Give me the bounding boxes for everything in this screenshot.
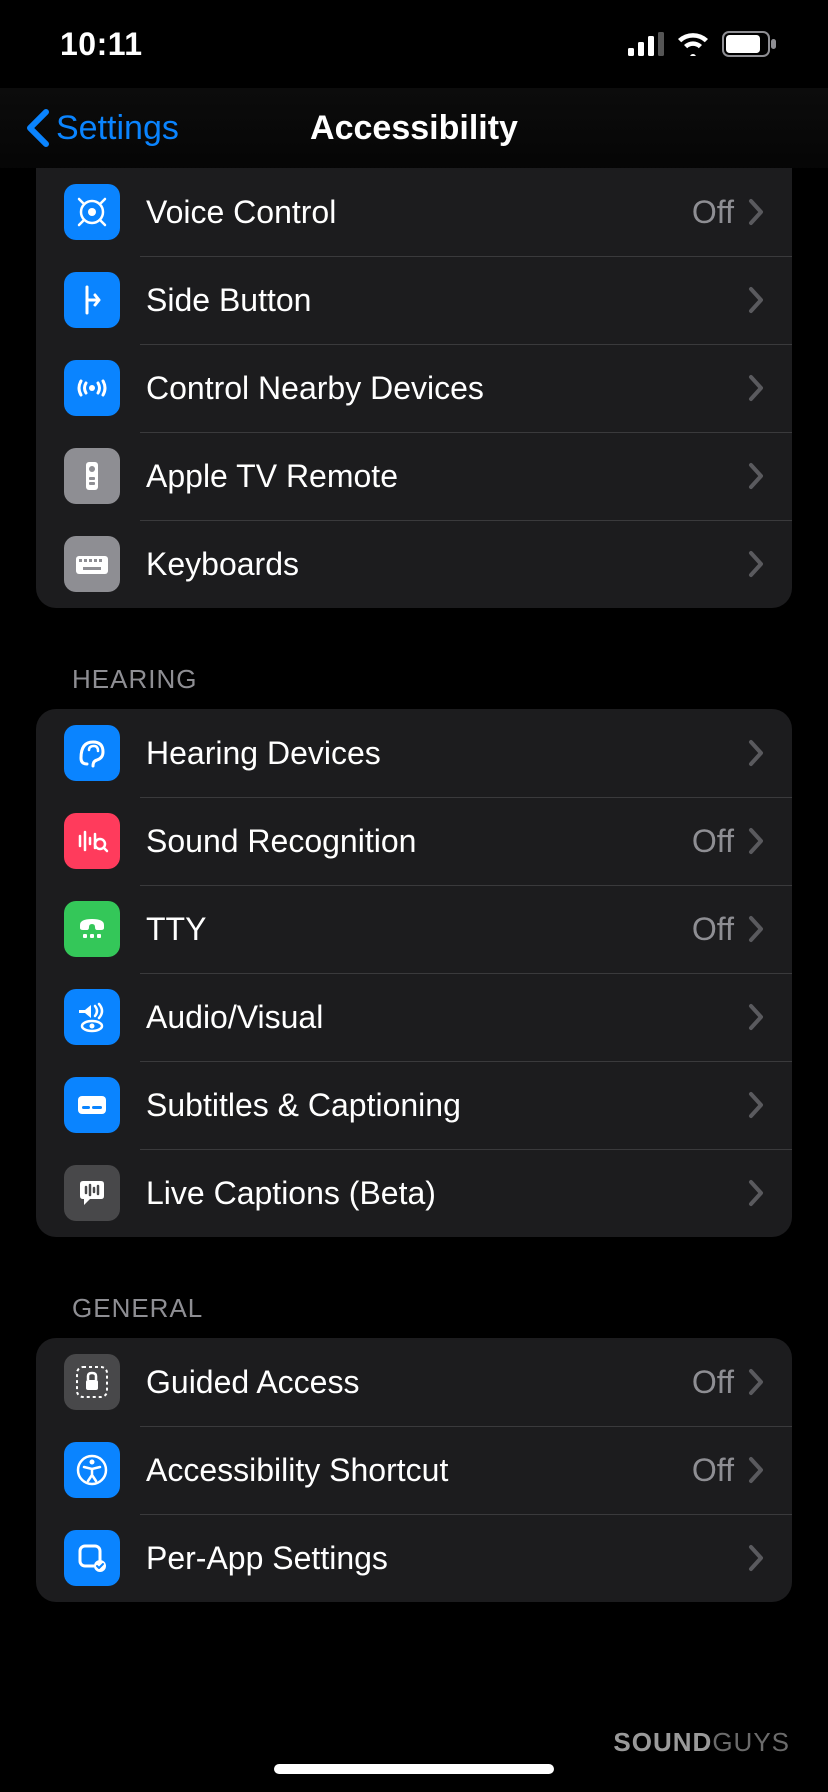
row-side-button[interactable]: Side Button bbox=[36, 256, 792, 344]
row-label: Guided Access bbox=[146, 1364, 692, 1401]
row-audio-visual[interactable]: Audio/Visual bbox=[36, 973, 792, 1061]
row-accessibility-shortcut[interactable]: Accessibility Shortcut Off bbox=[36, 1426, 792, 1514]
guided-access-icon bbox=[64, 1354, 120, 1410]
row-live-captions[interactable]: Live Captions (Beta) bbox=[36, 1149, 792, 1237]
row-keyboards[interactable]: Keyboards bbox=[36, 520, 792, 608]
chevron-right-icon bbox=[748, 915, 764, 943]
row-value: Off bbox=[692, 194, 734, 231]
row-label: Live Captions (Beta) bbox=[146, 1175, 748, 1212]
row-label: Apple TV Remote bbox=[146, 458, 748, 495]
row-label: Subtitles & Captioning bbox=[146, 1087, 748, 1124]
status-time: 10:11 bbox=[60, 26, 143, 63]
waveform-search-icon bbox=[64, 813, 120, 869]
home-indicator[interactable] bbox=[274, 1764, 554, 1774]
voice-control-icon bbox=[64, 184, 120, 240]
tty-icon bbox=[64, 901, 120, 957]
chevron-right-icon bbox=[748, 1456, 764, 1484]
chevron-right-icon bbox=[748, 1179, 764, 1207]
row-label: Hearing Devices bbox=[146, 735, 748, 772]
row-label: Keyboards bbox=[146, 546, 748, 583]
group-general: Guided Access Off Accessibility Shortcut… bbox=[36, 1338, 792, 1602]
broadcast-icon bbox=[64, 360, 120, 416]
chevron-right-icon bbox=[748, 739, 764, 767]
status-icons bbox=[628, 31, 778, 57]
row-guided-access[interactable]: Guided Access Off bbox=[36, 1338, 792, 1426]
speaker-eye-icon bbox=[64, 989, 120, 1045]
chevron-right-icon bbox=[748, 1091, 764, 1119]
keyboard-icon bbox=[64, 536, 120, 592]
watermark-b: GUYS bbox=[712, 1727, 790, 1757]
page-title: Accessibility bbox=[310, 109, 518, 148]
chevron-right-icon bbox=[748, 198, 764, 226]
row-value: Off bbox=[692, 1452, 734, 1489]
chevron-right-icon bbox=[748, 1368, 764, 1396]
chevron-right-icon bbox=[748, 550, 764, 578]
app-check-icon bbox=[64, 1530, 120, 1586]
row-per-app-settings[interactable]: Per-App Settings bbox=[36, 1514, 792, 1602]
wifi-icon bbox=[676, 32, 710, 56]
row-label: Accessibility Shortcut bbox=[146, 1452, 692, 1489]
ear-icon bbox=[64, 725, 120, 781]
row-label: Control Nearby Devices bbox=[146, 370, 748, 407]
chevron-right-icon bbox=[748, 462, 764, 490]
row-subtitles-captioning[interactable]: Subtitles & Captioning bbox=[36, 1061, 792, 1149]
row-label: Voice Control bbox=[146, 194, 692, 231]
row-sound-recognition[interactable]: Sound Recognition Off bbox=[36, 797, 792, 885]
cellular-icon bbox=[628, 32, 664, 56]
watermark-a: SOUND bbox=[613, 1727, 712, 1757]
row-tty[interactable]: TTY Off bbox=[36, 885, 792, 973]
battery-icon bbox=[722, 31, 778, 57]
row-label: Sound Recognition bbox=[146, 823, 692, 860]
nav-bar: Settings Accessibility bbox=[0, 88, 828, 168]
row-value: Off bbox=[692, 1364, 734, 1401]
row-voice-control[interactable]: Voice Control Off bbox=[36, 168, 792, 256]
side-button-icon bbox=[64, 272, 120, 328]
row-control-nearby-devices[interactable]: Control Nearby Devices bbox=[36, 344, 792, 432]
row-label: Per-App Settings bbox=[146, 1540, 748, 1577]
group-physical-motor: Voice Control Off Side Button Control Ne… bbox=[36, 168, 792, 608]
chevron-left-icon bbox=[24, 108, 50, 148]
captions-icon bbox=[64, 1077, 120, 1133]
chevron-right-icon bbox=[748, 1003, 764, 1031]
watermark: SOUNDGUYS bbox=[613, 1727, 790, 1758]
tv-remote-icon bbox=[64, 448, 120, 504]
settings-list[interactable]: Voice Control Off Side Button Control Ne… bbox=[0, 168, 828, 1602]
row-label: TTY bbox=[146, 911, 692, 948]
accessibility-icon bbox=[64, 1442, 120, 1498]
back-button[interactable]: Settings bbox=[24, 108, 179, 148]
group-hearing: Hearing Devices Sound Recognition Off TT… bbox=[36, 709, 792, 1237]
speech-waveform-icon bbox=[64, 1165, 120, 1221]
row-label: Side Button bbox=[146, 282, 748, 319]
row-apple-tv-remote[interactable]: Apple TV Remote bbox=[36, 432, 792, 520]
chevron-right-icon bbox=[748, 1544, 764, 1572]
row-label: Audio/Visual bbox=[146, 999, 748, 1036]
section-header-hearing: HEARING bbox=[72, 664, 792, 695]
status-bar: 10:11 bbox=[0, 0, 828, 88]
row-value: Off bbox=[692, 911, 734, 948]
section-header-general: GENERAL bbox=[72, 1293, 792, 1324]
back-label: Settings bbox=[56, 109, 179, 148]
chevron-right-icon bbox=[748, 374, 764, 402]
chevron-right-icon bbox=[748, 827, 764, 855]
chevron-right-icon bbox=[748, 286, 764, 314]
row-value: Off bbox=[692, 823, 734, 860]
row-hearing-devices[interactable]: Hearing Devices bbox=[36, 709, 792, 797]
